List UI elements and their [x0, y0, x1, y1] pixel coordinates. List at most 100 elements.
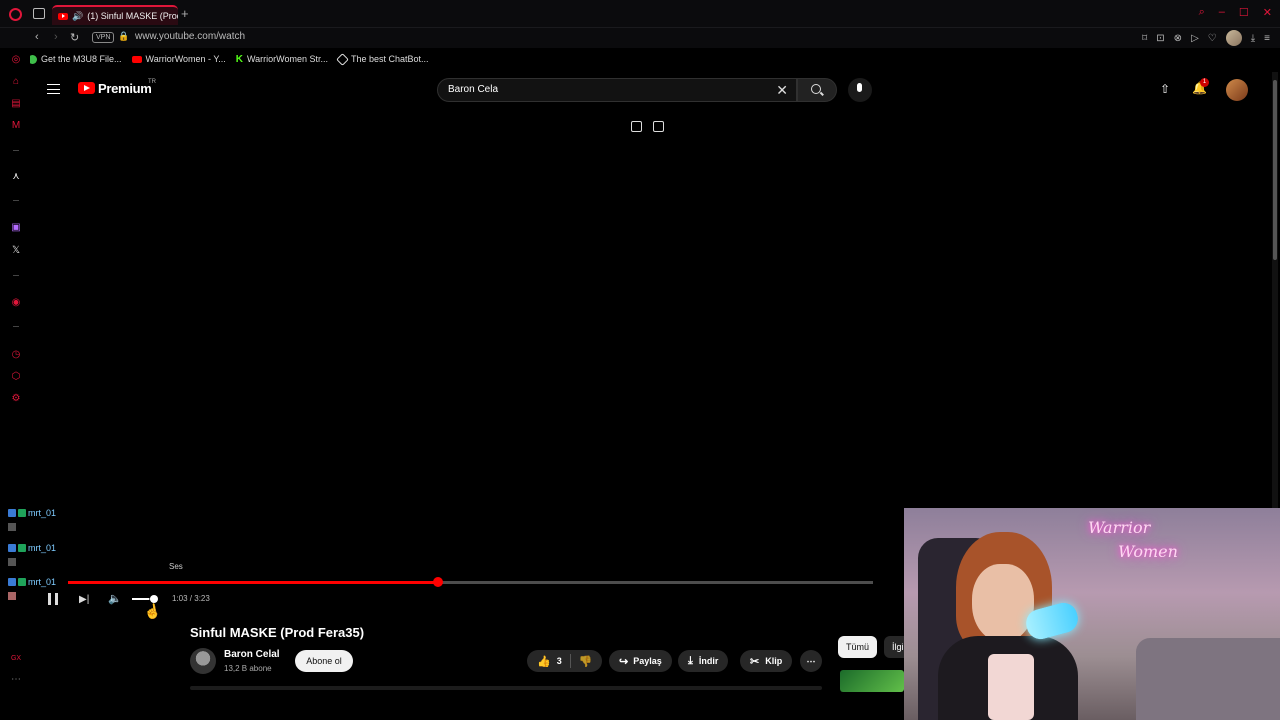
share-label: Paylaş [633, 656, 662, 666]
sidebar-divider [13, 200, 19, 201]
clear-search-icon[interactable]: ✕ [776, 82, 788, 99]
channel-name[interactable]: Baron Celal [224, 649, 280, 660]
speaker-icon[interactable]: 🔊 [72, 11, 83, 22]
search-tabs-icon[interactable]: ⌕ [1199, 6, 1205, 19]
bookmark-item[interactable]: K WarriorWomen Str... [236, 54, 328, 65]
recommended-video-thumbnail[interactable] [840, 670, 904, 692]
clip-label: Klip [765, 656, 783, 666]
more-actions-button[interactable]: ⋯ [800, 650, 822, 672]
picture-in-picture-icon[interactable] [631, 121, 642, 132]
opera-logo-icon[interactable] [9, 8, 22, 21]
workspaces-icon[interactable]: ⌂ [10, 76, 22, 88]
pill-divider [569, 654, 571, 668]
like-count: 3 [556, 656, 562, 666]
bookmark-label: Get the M3U8 File... [41, 54, 122, 64]
more-icon: ⋯ [806, 655, 816, 666]
premium-logo-text[interactable]: Premium [98, 81, 152, 96]
time-display: 1:03 / 3:23 [172, 594, 210, 603]
profile-avatar[interactable] [1225, 30, 1242, 46]
tab-title: (1) Sinful MASKE (Prod [87, 11, 178, 21]
volume-icon[interactable]: 🔈 [108, 592, 122, 605]
progress-bar-fill [68, 581, 439, 584]
youtube-favicon-icon [58, 12, 68, 20]
new-tab-icon[interactable]: + [181, 6, 189, 21]
clip-button[interactable]: ✂ Klip [740, 650, 793, 672]
search-button[interactable] [797, 78, 837, 102]
progress-scrubber[interactable] [433, 577, 444, 587]
gmail-icon[interactable]: M [10, 120, 22, 132]
chat-emote-icon [8, 523, 16, 531]
vpn-badge[interactable]: VPN [92, 32, 115, 43]
share-icon: ↪ [619, 655, 629, 668]
download-icon[interactable]: ⤓ [1251, 33, 1255, 44]
webcam-tumbler-cup [988, 654, 1034, 720]
minimize-icon[interactable]: – [1219, 6, 1225, 19]
chat-username: mrt_01 [28, 577, 57, 587]
download-button[interactable]: ⤓ İndir [678, 650, 729, 672]
user-avatar[interactable] [1226, 79, 1248, 101]
share-button[interactable]: ↪ Paylaş [609, 650, 672, 672]
video-title: Sinful MASKE (Prod Fera35) [190, 625, 365, 640]
bookmark-label: The best ChatBot... [350, 54, 429, 64]
sidebar-more-icon[interactable]: ⋯ [10, 674, 22, 686]
pinned-app-icon[interactable]: ⋏ [10, 171, 22, 183]
bookmark-item[interactable]: The best ChatBot... [336, 52, 429, 66]
kick-icon: K [235, 53, 243, 65]
opera-sidebar: ◎ ⌂ ▤ M ⋏ ▣ 𝕏 ◉ ◷ ⬡ ⚙ GX ⋯ [0, 50, 30, 700]
forward-icon[interactable]: › [54, 31, 58, 43]
easy-setup-icon[interactable]: ≡ [1264, 33, 1270, 44]
close-window-icon[interactable]: ✕ [1263, 6, 1272, 19]
player-icon[interactable]: ▷ [1191, 33, 1199, 44]
pop-out-icon[interactable] [653, 121, 664, 132]
history-icon[interactable]: ◷ [10, 349, 22, 361]
browser-tab-active[interactable]: 🔊 (1) Sinful MASKE (Prod [52, 5, 178, 25]
x-twitter-icon[interactable]: 𝕏 [10, 245, 22, 257]
next-video-icon[interactable]: ▶| [79, 594, 89, 605]
url-field[interactable]: www.youtube.com/watch [135, 31, 245, 42]
chat-badge-icon [18, 509, 26, 517]
scrollbar-thumb[interactable] [1273, 80, 1277, 260]
bookmark-icon[interactable]: ⌑ [1142, 33, 1147, 44]
extensions-icon[interactable]: ⬡ [10, 371, 22, 383]
snapshot-icon[interactable]: ⊡ [1156, 33, 1164, 44]
player-sidebar-icon[interactable]: ◉ [10, 297, 22, 309]
hamburger-menu-icon[interactable] [47, 84, 60, 94]
microphone-icon [857, 83, 862, 92]
thumbs-down-icon: 👎 [578, 655, 593, 668]
address-bar: ‹ › ↻ VPN 🔒 www.youtube.com/watch ⌑ ⊡ ⊗ … [0, 28, 1280, 48]
reload-icon[interactable]: ↻ [70, 31, 79, 44]
youtube-logo-icon[interactable] [78, 82, 95, 94]
tab-islands-icon[interactable] [33, 8, 45, 19]
aria-icon[interactable]: ◎ [10, 54, 22, 66]
back-icon[interactable]: ‹ [35, 31, 39, 43]
thumbs-up-icon: 👍 [537, 655, 551, 668]
chip-all[interactable]: Tümü [838, 636, 878, 658]
bookmark-item[interactable]: Get the M3U8 File... [28, 54, 122, 64]
maximize-icon[interactable]: ☐ [1239, 6, 1249, 19]
upload-icon[interactable]: ⇧ [1160, 82, 1170, 96]
bookmark-item[interactable]: WarriorWomen - Y... [131, 54, 226, 64]
heart-icon[interactable]: ♡ [1208, 33, 1217, 44]
gx-icon[interactable]: GX [10, 653, 22, 665]
sidebar-divider [13, 150, 19, 151]
webcam-overlay: Warrior Women [904, 508, 1280, 720]
settings-gear-icon[interactable]: ⚙ [10, 393, 22, 405]
search-input[interactable]: Baron Cela ✕ [437, 78, 797, 102]
pause-button[interactable] [48, 593, 58, 605]
adblock-icon[interactable]: ⊗ [1174, 33, 1182, 44]
search-query: Baron Cela [448, 84, 499, 95]
progress-bar[interactable] [68, 577, 873, 587]
dislike-button[interactable]: 👎 [579, 655, 593, 668]
lock-icon[interactable]: 🔒 [118, 31, 129, 42]
chat-badge-icon [8, 509, 16, 517]
like-button[interactable]: 👍 3 [537, 655, 562, 668]
subscribe-button[interactable]: Abone ol [295, 650, 353, 672]
notification-badge: 1 [1200, 78, 1209, 87]
twitch-icon[interactable]: ▣ [10, 222, 22, 234]
subscriber-count: 13,2 B abone [224, 664, 272, 673]
messenger-icon[interactable]: ▤ [10, 98, 22, 110]
volume-slider-fill [132, 598, 149, 600]
voice-search-button[interactable] [848, 78, 872, 102]
video-player[interactable]: Ses ▶| 🔈 1:03 / 3:23 ☝ [30, 110, 904, 620]
channel-avatar[interactable] [190, 648, 216, 674]
